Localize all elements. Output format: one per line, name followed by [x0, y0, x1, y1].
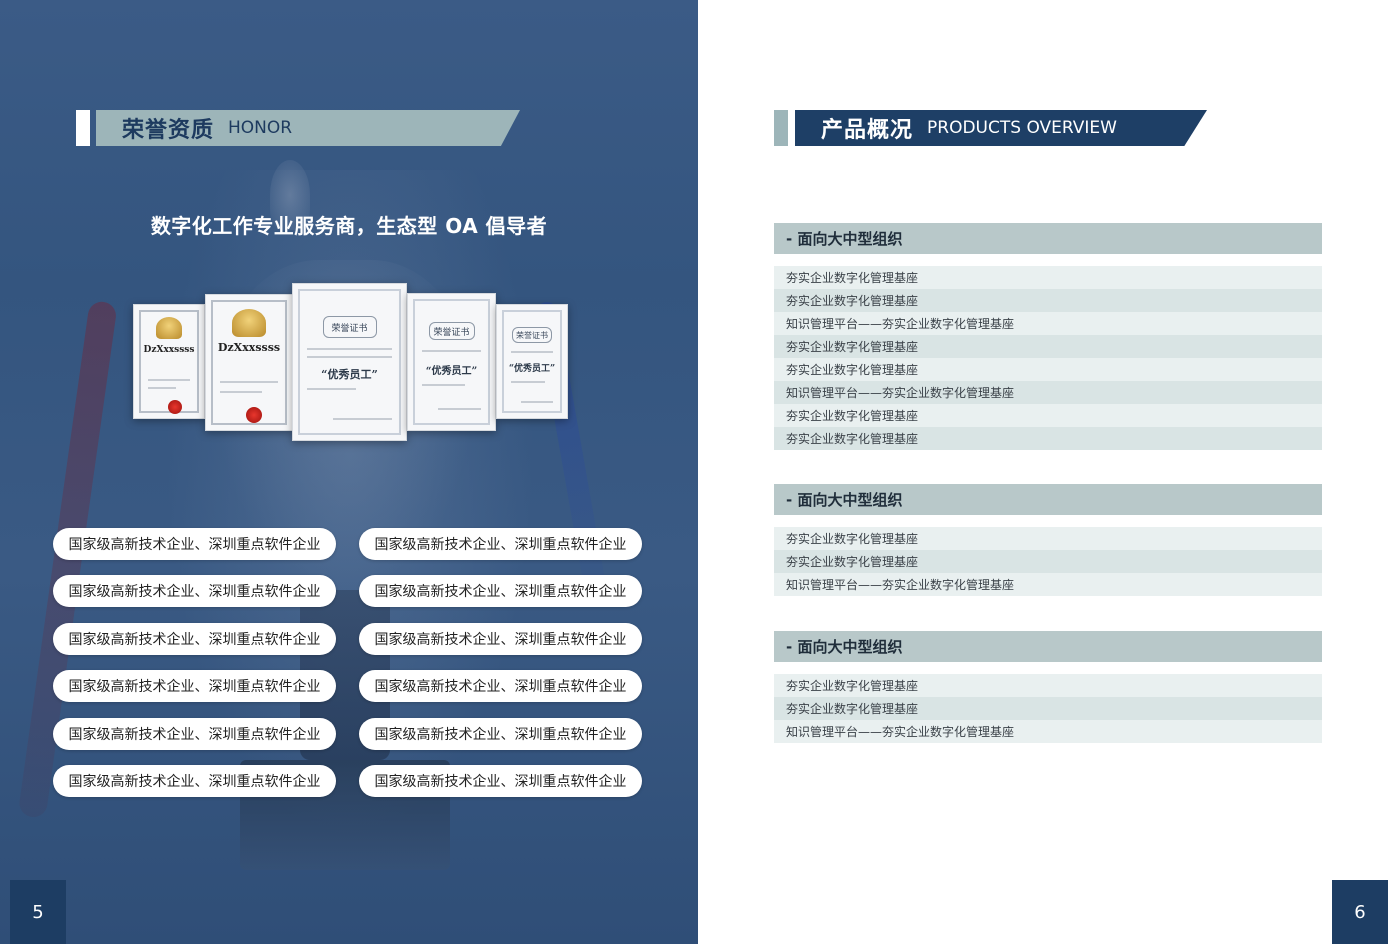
certificate-title: “优秀员工” [321, 368, 378, 381]
page-number-right: 6 [1332, 880, 1388, 944]
header-band: 产品概况 PRODUCTS OVERVIEW [795, 110, 1207, 146]
product-group-title: - 面向大中型组织 [774, 631, 1322, 662]
honor-pill: 国家级高新技术企业、深圳重点软件企业 [53, 765, 336, 797]
certificate-line [307, 348, 392, 350]
certificate-line [438, 408, 481, 410]
certificate-image: DzXxxssss [133, 304, 205, 419]
page-number-left: 5 [10, 880, 66, 944]
products-title-en: PRODUCTS OVERVIEW [927, 118, 1117, 138]
product-row: 夯实企业数字化管理基座 [774, 335, 1322, 358]
product-row: 夯实企业数字化管理基座 [774, 550, 1322, 573]
certificate-line [511, 351, 553, 353]
header-accent-bar [76, 110, 90, 146]
certificate-line [220, 381, 278, 383]
certificate-stamp: 荣誉证书 [322, 316, 377, 338]
honor-pill: 国家级高新技术企业、深圳重点软件企业 [359, 765, 642, 797]
honor-pill: 国家级高新技术企业、深圳重点软件企业 [53, 718, 336, 750]
product-row: 知识管理平台——夯实企业数字化管理基座 [774, 381, 1322, 404]
certificate-line [511, 381, 545, 383]
certificate-stamp: 荣誉证书 [428, 322, 475, 340]
honor-pill: 国家级高新技术企业、深圳重点软件企业 [359, 670, 642, 702]
certificate-line [422, 384, 465, 386]
product-row: 夯实企业数字化管理基座 [774, 404, 1322, 427]
honor-pill: 国家级高新技术企业、深圳重点软件企业 [53, 623, 336, 655]
product-row: 夯实企业数字化管理基座 [774, 358, 1322, 381]
header-accent-bar [774, 110, 788, 146]
honor-pill: 国家级高新技术企业、深圳重点软件企业 [53, 670, 336, 702]
certificate-line [333, 418, 392, 420]
certificate-line [307, 356, 392, 358]
product-row: 夯实企业数字化管理基座 [774, 674, 1322, 697]
certificate-image: 荣誉证书 “优秀员工” [496, 304, 568, 419]
honor-section-header: 荣誉资质 HONOR [76, 110, 522, 146]
honor-title-cn: 荣誉资质 [122, 118, 215, 143]
certificate-name: DzXxxssss [143, 345, 195, 355]
product-row: 知识管理平台——夯实企业数字化管理基座 [774, 312, 1322, 335]
product-group: - 面向大中型组织 夯实企业数字化管理基座 夯实企业数字化管理基座 知识管理平台… [774, 631, 1322, 743]
product-group: - 面向大中型组织 夯实企业数字化管理基座 夯实企业数字化管理基座 知识管理平台… [774, 484, 1322, 596]
red-seal-icon [168, 400, 182, 414]
products-section-header: 产品概况 PRODUCTS OVERVIEW [774, 110, 1210, 146]
product-row: 夯实企业数字化管理基座 [774, 289, 1322, 312]
product-row: 知识管理平台——夯实企业数字化管理基座 [774, 573, 1322, 596]
certificate-line [148, 379, 190, 381]
slogan: 数字化工作专业服务商，生态型 OA 倡导者 [150, 214, 548, 238]
product-list: 夯实企业数字化管理基座 夯实企业数字化管理基座 知识管理平台——夯实企业数字化管… [774, 674, 1322, 743]
product-row: 夯实企业数字化管理基座 [774, 427, 1322, 450]
honor-pill: 国家级高新技术企业、深圳重点软件企业 [359, 718, 642, 750]
product-group-title: - 面向大中型组织 [774, 223, 1322, 254]
red-seal-icon [246, 407, 262, 423]
certificate-stamp: 荣誉证书 [512, 327, 552, 343]
certificate-line [148, 387, 176, 389]
product-row: 知识管理平台——夯实企业数字化管理基座 [774, 720, 1322, 743]
certificate-title: “优秀员工” [508, 364, 556, 374]
gold-emblem-icon [232, 309, 266, 337]
certificate-image: 荣誉证书 “优秀员工” [292, 283, 407, 441]
honor-pill: 国家级高新技术企业、深圳重点软件企业 [53, 528, 336, 560]
certificate-border [298, 289, 401, 435]
product-group: - 面向大中型组织 夯实企业数字化管理基座 夯实企业数字化管理基座 知识管理平台… [774, 223, 1322, 450]
honor-pill: 国家级高新技术企业、深圳重点软件企业 [359, 623, 642, 655]
product-row: 夯实企业数字化管理基座 [774, 527, 1322, 550]
header-band: 荣誉资质 HONOR [96, 110, 520, 146]
honor-pill: 国家级高新技术企业、深圳重点软件企业 [359, 575, 642, 607]
certificate-title: “优秀员工” [425, 366, 478, 377]
product-row: 夯实企业数字化管理基座 [774, 697, 1322, 720]
certificate-image: DzXxxssss [205, 294, 293, 431]
left-page: 荣誉资质 HONOR 数字化工作专业服务商，生态型 OA 倡导者 DzXxxss… [0, 0, 698, 944]
products-title-cn: 产品概况 [821, 118, 914, 143]
product-group-title: - 面向大中型组织 [774, 484, 1322, 515]
certificate-line [307, 388, 356, 390]
certificate-line [521, 401, 553, 403]
product-list: 夯实企业数字化管理基座 夯实企业数字化管理基座 知识管理平台——夯实企业数字化管… [774, 527, 1322, 596]
honor-pill: 国家级高新技术企业、深圳重点软件企业 [53, 575, 336, 607]
product-row: 夯实企业数字化管理基座 [774, 266, 1322, 289]
certificate-line [422, 350, 481, 352]
honor-title-en: HONOR [228, 118, 293, 138]
gold-emblem-icon [156, 317, 182, 339]
certificate-image: 荣誉证书 “优秀员工” [407, 293, 496, 431]
honor-pill: 国家级高新技术企业、深圳重点软件企业 [359, 528, 642, 560]
product-list: 夯实企业数字化管理基座 夯实企业数字化管理基座 知识管理平台——夯实企业数字化管… [774, 266, 1322, 450]
certificate-line [220, 391, 262, 393]
certificate-name: DzXxxssss [217, 341, 281, 354]
